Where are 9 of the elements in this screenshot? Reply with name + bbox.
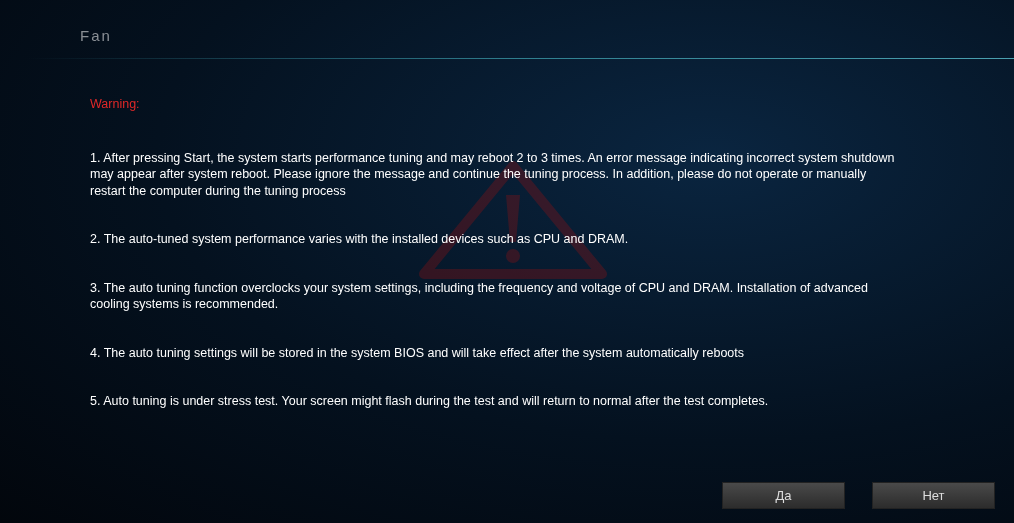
dialog-button[interactable]: Нет xyxy=(872,482,995,509)
warning-text: 1. After pressing Start, the system starts performance tuning and may reboot 2 to 3 times. An error message indicating incorrect system shutdown may appear after system reboot. Please ignore the message and continue the tuning process. In addition, please do not operate or manually restart the computer during the tuning process xyxy=(90,149,896,200)
warning-text: 4. The auto tuning settings will be stored in the system BIOS and will take effect after the system automatically reboots xyxy=(90,344,746,362)
warning-text: 3. The auto tuning function overclocks your system settings, including the frequency and voltage of CPU and DRAM. Installation of advanced cooling systems is recommended. xyxy=(90,279,869,313)
page-title: Fan xyxy=(80,27,112,44)
dialog-button[interactable]: Да xyxy=(722,482,845,509)
warning-text: 5. Auto tuning is under stress test. Your screen might flash during the test and will return to normal after the test completes. xyxy=(90,393,770,410)
warning-heading: Warning: xyxy=(90,96,141,113)
warning-text: 2. The auto-tuned system performance varies with the installed devices such as CPU and DRAM. xyxy=(90,231,630,248)
